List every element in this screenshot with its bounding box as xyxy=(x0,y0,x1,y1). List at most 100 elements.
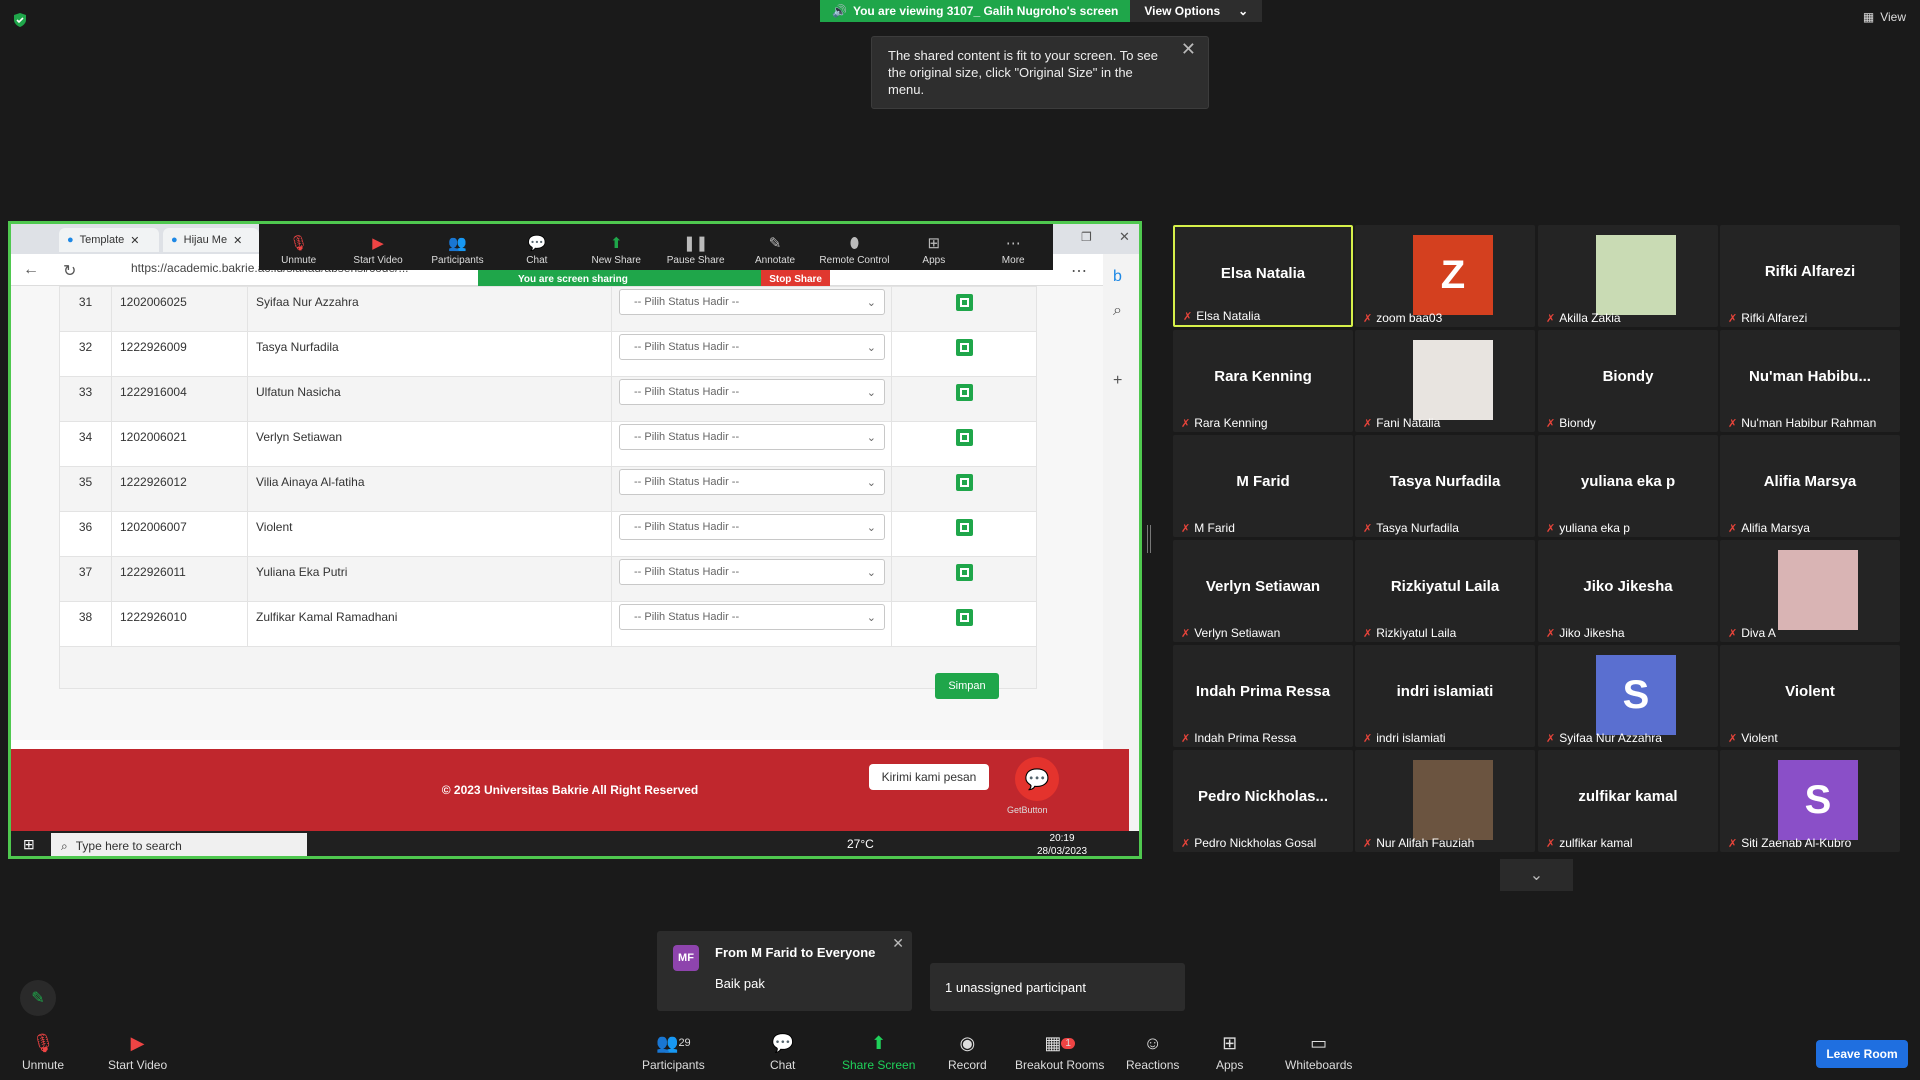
more-icon[interactable]: ⋯ xyxy=(1071,261,1087,281)
more-button[interactable]: ⋯ More xyxy=(976,234,1050,266)
save-icon[interactable] xyxy=(955,339,973,356)
record-button[interactable]: ◉ Record xyxy=(948,1032,987,1073)
participant-tile[interactable]: Nu'man Habibu... ✗ Nu'man Habibur Rahman xyxy=(1720,330,1900,432)
save-icon[interactable] xyxy=(955,519,973,536)
weather-temp[interactable]: 27°C xyxy=(847,837,874,851)
participants-button[interactable]: 👥 29 Participants xyxy=(642,1032,705,1073)
participant-tile[interactable]: Rifki Alfarezi ✗ Rifki Alfarezi xyxy=(1720,225,1900,327)
pencil-icon[interactable]: ✎ xyxy=(20,980,56,1016)
status-select[interactable]: -- Pilih Status Hadir -- ⌄ xyxy=(619,604,885,630)
chat-notification[interactable]: MF From M Farid to Everyone Baik pak ✕ xyxy=(657,931,912,1011)
participants-button[interactable]: 👥 Participants xyxy=(420,234,494,266)
participant-tile[interactable]: indri islamiati ✗ indri islamiati xyxy=(1355,645,1535,747)
whiteboards-button[interactable]: ▭ Whiteboards xyxy=(1285,1032,1352,1073)
participant-tile[interactable]: Rara Kenning ✗ Rara Kenning xyxy=(1173,330,1353,432)
participant-display-name: Rara Kenning xyxy=(1214,368,1312,385)
unmute-button[interactable]: 🎙 Unmute xyxy=(262,234,336,266)
save-icon[interactable] xyxy=(955,564,973,581)
chat-prompt[interactable]: Kirimi kami pesan xyxy=(869,764,989,790)
participant-tile[interactable]: M Farid ✗ M Farid xyxy=(1173,435,1353,537)
restore-icon[interactable]: ❐ xyxy=(1081,230,1092,244)
apps-button[interactable]: ⊞ Apps xyxy=(897,234,971,266)
add-icon[interactable]: + xyxy=(1113,372,1122,390)
chevron-down-icon: ⌄ xyxy=(1529,867,1544,884)
participant-tile[interactable]: Z ✗ zoom baa03 xyxy=(1355,225,1535,327)
participant-tile[interactable]: S ✗ Siti Zaenab Al-Kubro xyxy=(1720,750,1900,852)
bing-icon[interactable]: b xyxy=(1113,268,1122,286)
participant-tile[interactable]: S ✗ Syifaa Nur Azzahra xyxy=(1538,645,1718,747)
start-video-button[interactable]: ▶ Start Video xyxy=(108,1032,167,1073)
panel-splitter[interactable] xyxy=(1147,525,1151,553)
participant-tile[interactable]: Jiko Jikesha ✗ Jiko Jikesha xyxy=(1538,540,1718,642)
participant-tile[interactable]: Biondy ✗ Biondy xyxy=(1538,330,1718,432)
save-icon[interactable] xyxy=(955,474,973,491)
new-share-button[interactable]: ⬆ New Share xyxy=(579,234,653,266)
apps-button[interactable]: ⊞ Apps xyxy=(1216,1032,1243,1073)
chat-widget-icon[interactable]: 💬 xyxy=(1015,757,1059,801)
participant-tile[interactable]: Verlyn Setiawan ✗ Verlyn Setiawan xyxy=(1173,540,1353,642)
status-select[interactable]: -- Pilih Status Hadir -- ⌄ xyxy=(619,289,885,315)
attendance-page: 31 1202006025 Syifaa Nur Azzahra -- Pilih S… xyxy=(11,286,1129,740)
participant-tile[interactable]: zulfikar kamal ✗ zulfikar kamal xyxy=(1538,750,1718,852)
unassigned-notice[interactable]: 1 unassigned participant xyxy=(930,963,1185,1011)
view-options-button[interactable]: View Options ⌄ xyxy=(1130,0,1263,22)
close-icon[interactable]: ✕ xyxy=(892,935,904,952)
save-icon[interactable] xyxy=(955,294,973,311)
status-select[interactable]: -- Pilih Status Hadir -- ⌄ xyxy=(619,379,885,405)
participant-tile[interactable]: Elsa Natalia ✗ Elsa Natalia xyxy=(1173,225,1353,327)
start-video-button[interactable]: ▶ Start Video xyxy=(341,234,415,266)
status-select[interactable]: -- Pilih Status Hadir -- ⌄ xyxy=(619,334,885,360)
breakout-rooms-button[interactable]: ▦ 1 Breakout Rooms xyxy=(1015,1032,1104,1073)
whiteboard-icon: ▭ xyxy=(1310,1032,1328,1053)
status-select[interactable]: -- Pilih Status Hadir -- ⌄ xyxy=(619,559,885,585)
unmute-button[interactable]: 🎙 Unmute xyxy=(22,1032,64,1073)
chat-button[interactable]: 💬 Chat xyxy=(770,1032,795,1073)
status-select[interactable]: -- Pilih Status Hadir -- ⌄ xyxy=(619,514,885,540)
status-select[interactable]: -- Pilih Status Hadir -- ⌄ xyxy=(619,469,885,495)
back-icon[interactable]: ← xyxy=(23,261,39,279)
participant-tile[interactable]: Violent ✗ Violent xyxy=(1720,645,1900,747)
share-screen-button[interactable]: ⬆ Share Screen xyxy=(842,1032,915,1073)
refresh-icon[interactable]: ↻ xyxy=(63,261,76,281)
save-cell xyxy=(891,421,1037,467)
windows-start-icon[interactable]: ⊞ xyxy=(23,836,35,853)
close-icon[interactable]: ✕ xyxy=(233,234,242,247)
participant-tile[interactable]: Pedro Nickholas... ✗ Pedro Nickholas Gosal xyxy=(1173,750,1353,852)
taskbar-search[interactable]: ⌕ Type here to search xyxy=(51,833,307,856)
search-icon[interactable]: ⌕ xyxy=(1113,302,1122,320)
shield-icon[interactable] xyxy=(12,12,28,28)
remote-control-button[interactable]: ⬮ Remote Control xyxy=(817,234,891,267)
participant-tile[interactable]: ✗ Diva A xyxy=(1720,540,1900,642)
pause-share-button[interactable]: ❚❚ Pause Share xyxy=(659,234,733,266)
close-icon[interactable]: ✕ xyxy=(130,234,139,247)
participant-tile[interactable]: ✗ Nur Alifah Fauziah xyxy=(1355,750,1535,852)
shared-screen[interactable]: ●Template✕ ●Hijau Me✕ ❐ ✕ ← ↻ ⋯ https://… xyxy=(8,221,1142,859)
participant-display-name: Verlyn Setiawan xyxy=(1205,578,1321,595)
participant-tile[interactable]: ✗ Fani Natalia xyxy=(1355,330,1535,432)
save-icon[interactable] xyxy=(955,429,973,446)
participant-tile[interactable]: ✗ Akilla Zakia xyxy=(1538,225,1718,327)
participant-tile[interactable]: Rizkiyatul Laila ✗ Rizkiyatul Laila xyxy=(1355,540,1535,642)
participant-tile[interactable]: yuliana eka p ✗ yuliana eka p xyxy=(1538,435,1718,537)
annotate-button[interactable]: ✎ Annotate xyxy=(738,234,812,266)
taskbar-clock[interactable]: 20:19 28/03/2023 xyxy=(1037,832,1087,856)
close-window-icon[interactable]: ✕ xyxy=(1119,229,1130,245)
save-icon[interactable] xyxy=(955,384,973,401)
reactions-button[interactable]: ☺ Reactions xyxy=(1126,1032,1179,1073)
participant-label: ✗ zoom baa03 xyxy=(1363,311,1443,325)
leave-room-button[interactable]: Leave Room xyxy=(1816,1040,1908,1068)
simpan-button[interactable]: Simpan xyxy=(935,673,999,699)
next-page-button[interactable]: ⌄ xyxy=(1500,859,1573,891)
chat-button[interactable]: 💬 Chat xyxy=(500,234,574,266)
participant-tile[interactable]: Indah Prima Ressa ✗ Indah Prima Ressa xyxy=(1173,645,1353,747)
tab-hijau[interactable]: ● Hijau Me ✕ xyxy=(163,228,259,252)
participant-tile[interactable]: Tasya Nurfadila ✗ Tasya Nurfadila xyxy=(1355,435,1535,537)
status-cell: -- Pilih Status Hadir -- ⌄ xyxy=(611,511,892,557)
row-nim: 1222926010 xyxy=(111,601,248,647)
save-icon[interactable] xyxy=(955,609,973,626)
tab-template[interactable]: ● Template ✕ xyxy=(59,228,159,252)
close-icon[interactable]: ✕ xyxy=(1181,40,1196,58)
view-button[interactable]: ▦ View xyxy=(1863,10,1906,24)
participant-tile[interactable]: Alifia Marsya ✗ Alifia Marsya xyxy=(1720,435,1900,537)
status-select[interactable]: -- Pilih Status Hadir -- ⌄ xyxy=(619,424,885,450)
